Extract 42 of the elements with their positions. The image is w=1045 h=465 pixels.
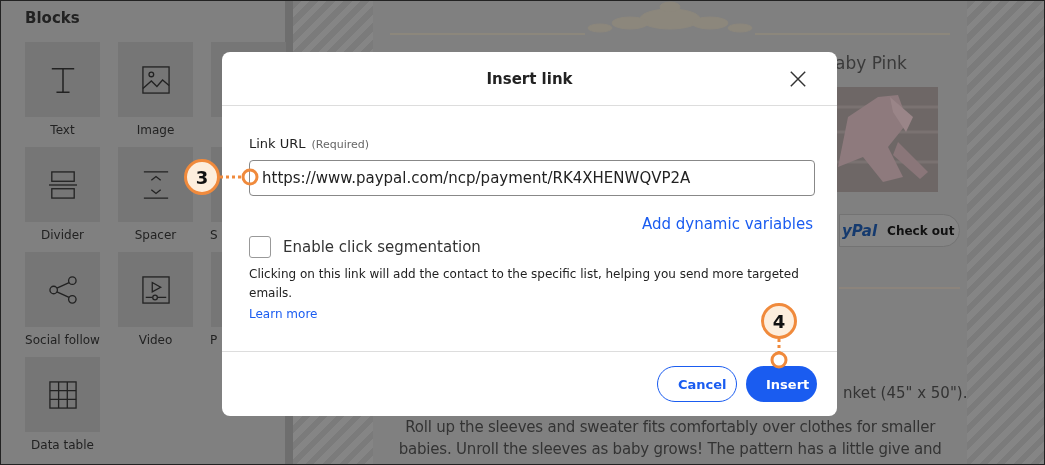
block-tile[interactable] — [25, 147, 100, 222]
block-label: Image — [136, 123, 175, 137]
checkbox-label: Enable click segmentation — [283, 238, 481, 256]
dialog-title: Insert link — [486, 69, 573, 88]
divider-icon — [48, 170, 77, 199]
insert-button[interactable]: Insert — [746, 366, 817, 402]
block-label: Social follow — [25, 333, 100, 347]
block-label: P — [210, 333, 218, 347]
checkbox[interactable] — [249, 236, 271, 258]
block-label: Divider — [41, 228, 84, 242]
cancel-button[interactable]: Cancel — [657, 366, 737, 402]
product-text: nket (45" x 50"). — [843, 384, 968, 402]
spacer-icon — [141, 170, 170, 199]
block-tile[interactable] — [118, 42, 193, 117]
leader-line — [220, 167, 260, 187]
block-label: Spacer — [134, 228, 177, 242]
block-tile[interactable] — [25, 357, 100, 432]
leader-line — [769, 339, 789, 369]
block-tile[interactable] — [118, 252, 193, 327]
block-label: Text — [50, 123, 75, 137]
video-icon — [141, 275, 170, 304]
url-field[interactable]: https://www.paypal.com/ncp/payment/RK4XHENWQVP2A — [249, 160, 815, 196]
paypal-button[interactable]: yPal Check out — [839, 214, 960, 247]
help-text: Clicking on this link will add the contact to the specific list, helping you send more targeted emails. — [249, 266, 800, 302]
learn-more-link[interactable]: Learn more — [249, 307, 318, 321]
block-tile[interactable] — [118, 147, 193, 222]
required-hint: (Required) — [311, 138, 370, 151]
panel-title: Blocks — [25, 9, 81, 27]
image-icon — [141, 65, 170, 94]
description-line: babies. Unroll the sleeves as baby grows! The pattern has a little give and — [397, 440, 943, 458]
block-label: Video — [138, 333, 173, 347]
block-tile[interactable] — [25, 42, 100, 117]
dynamic-variables-link[interactable]: Add dynamic variables — [641, 215, 813, 233]
description-line: Roll up the sleeves and sweater fits comfortably over clothes for smaller — [404, 418, 937, 436]
block-label: Data table — [31, 438, 94, 452]
block-label: S — [210, 228, 218, 242]
close-icon[interactable] — [789, 70, 807, 88]
block-tile[interactable] — [25, 252, 100, 327]
table-icon — [48, 380, 77, 409]
field-label: Link URL — [249, 136, 306, 151]
product-title: aby Pink — [835, 53, 908, 73]
share-icon — [48, 275, 77, 304]
